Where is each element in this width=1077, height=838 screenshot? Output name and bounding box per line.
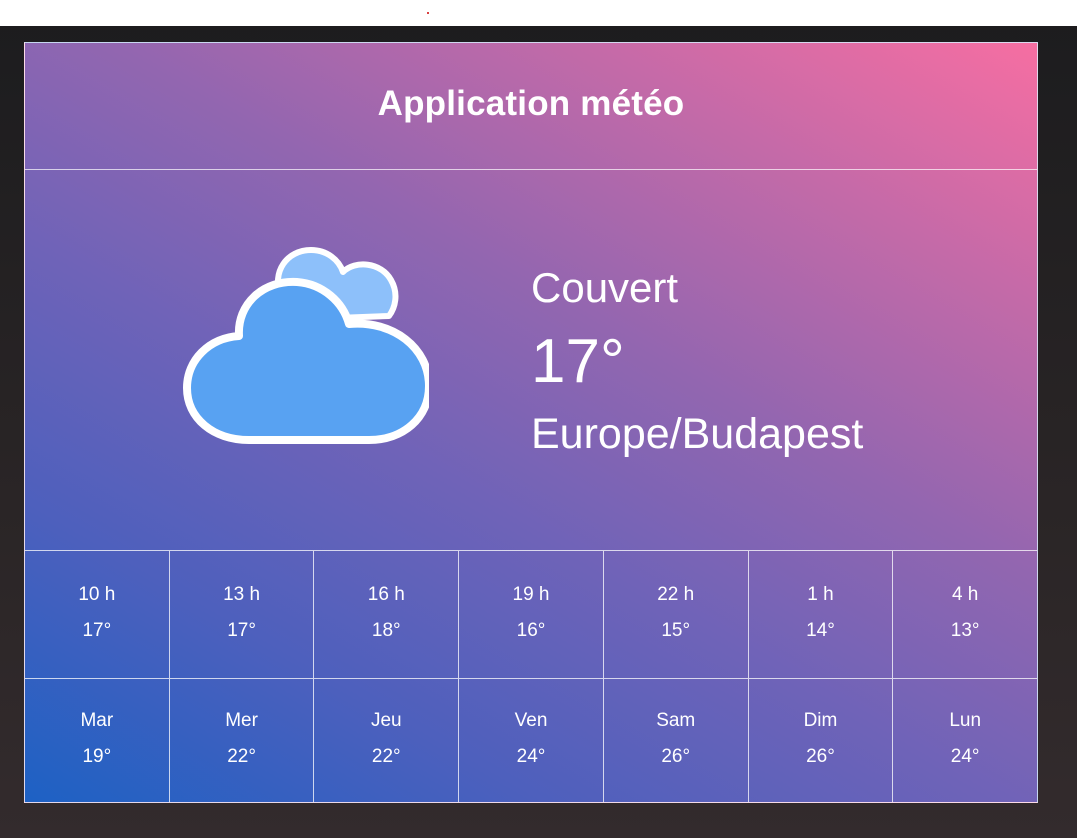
hour-label: 16 h — [367, 583, 405, 605]
day-label: Ven — [514, 709, 548, 731]
hourly-cell: 19 h 16° — [459, 551, 604, 678]
day-temp: 26° — [661, 745, 691, 767]
day-label: Lun — [949, 709, 982, 731]
hourly-cell: 4 h 13° — [893, 551, 1037, 678]
hour-label: 13 h — [223, 583, 261, 605]
daily-cell: Mar 19° — [25, 679, 170, 802]
day-label: Mar — [80, 709, 114, 731]
hourly-forecast-row: 10 h 17° 13 h 17° 16 h 18° 19 h 16° 22 h 15° … — [25, 551, 1037, 678]
hour-label: 22 h — [657, 583, 695, 605]
hourly-cell: 13 h 17° — [170, 551, 315, 678]
day-temp: 22° — [371, 745, 401, 767]
day-label: Jeu — [370, 709, 402, 731]
daily-cell: Lun 24° — [893, 679, 1037, 802]
daily-cell: Sam 26° — [604, 679, 749, 802]
hour-label: 19 h — [512, 583, 550, 605]
daily-cell: Ven 24° — [459, 679, 604, 802]
daily-forecast-row: Mar 19° Mer 22° Jeu 22° Ven 24° Sam 26° Dim 26… — [25, 678, 1037, 802]
hour-temp: 17° — [227, 619, 256, 641]
day-label: Mer — [225, 709, 258, 731]
hour-label: 4 h — [951, 583, 979, 605]
day-temp: 26° — [806, 745, 835, 767]
daily-cell: Dim 26° — [749, 679, 894, 802]
hourly-cell: 1 h 14° — [749, 551, 894, 678]
day-label: Sam — [656, 709, 696, 731]
forecast-grid: 10 h 17° 13 h 17° 16 h 18° 19 h 16° 22 h 15° … — [25, 550, 1037, 802]
location-text: Europe/Budapest — [531, 410, 864, 458]
hour-label: 1 h — [807, 583, 834, 605]
hour-temp: 17° — [82, 619, 112, 641]
daily-cell: Jeu 22° — [314, 679, 460, 802]
hourly-cell: 16 h 18° — [314, 551, 460, 678]
hourly-cell: 22 h 15° — [604, 551, 749, 678]
condition-text: Couvert — [531, 264, 679, 311]
day-temp: 22° — [227, 745, 256, 767]
hour-temp: 14° — [806, 619, 835, 641]
hourly-cell: 10 h 17° — [25, 551, 170, 678]
day-temp: 24° — [950, 745, 980, 767]
current-weather: Couvert 17° Europe/Budapest — [25, 170, 1037, 550]
hour-label: 10 h — [78, 583, 116, 605]
cloud-icon — [183, 247, 429, 444]
current-temperature: 17° — [531, 327, 625, 396]
top-dot — [427, 12, 429, 14]
day-temp: 24° — [516, 745, 546, 767]
hour-temp: 16° — [516, 619, 546, 641]
top-strip — [0, 0, 1077, 26]
app-title: Application météo — [377, 84, 685, 123]
weather-app: Application météo Couvert 17° Europe/Bud… — [24, 42, 1038, 803]
hour-temp: 18° — [371, 619, 401, 641]
daily-cell: Mer 22° — [170, 679, 315, 802]
day-temp: 19° — [82, 745, 112, 767]
hour-temp: 13° — [950, 619, 980, 641]
day-label: Dim — [803, 709, 838, 731]
app-header: Application météo — [25, 43, 1037, 170]
hour-temp: 15° — [661, 619, 691, 641]
